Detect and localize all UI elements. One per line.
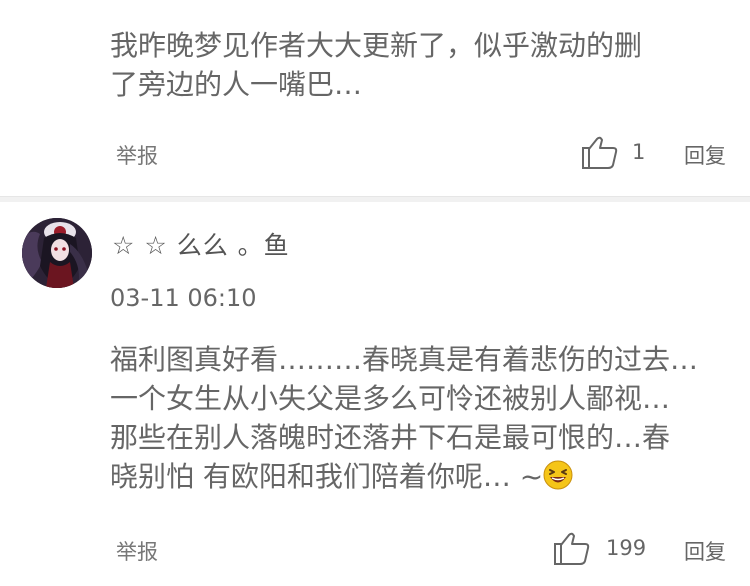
comment-item: 我昨晚梦见作者大大更新了，似乎激动的删 了旁边的人一嘴巴… 举报 1 回复 <box>0 0 750 196</box>
comment-actions: 举报 199 回复 <box>0 530 750 570</box>
avatar[interactable] <box>22 218 92 288</box>
thumbs-up-icon[interactable] <box>580 134 620 172</box>
comment-text: 福利图真好看………春晓真是有着悲伤的过去… 一个女生从小失父是多么可怜还被别人鄙… <box>110 340 735 500</box>
like-count: 199 <box>606 536 647 560</box>
timestamp: 03-11 06:10 <box>110 284 257 312</box>
report-button[interactable]: 举报 <box>116 536 158 566</box>
reply-button[interactable]: 回复 <box>684 536 726 566</box>
comment-actions: 举报 1 回复 <box>0 134 750 174</box>
like-count: 1 <box>632 140 646 164</box>
comment-text-line: 晓别怕 有欧阳和我们陪着你呢… ~ <box>110 457 735 500</box>
comment-text: 我昨晚梦见作者大大更新了，似乎激动的删 了旁边的人一嘴巴… <box>110 26 735 104</box>
thumbs-up-icon[interactable] <box>552 530 592 568</box>
comment-text-line: 我昨晚梦见作者大大更新了，似乎激动的删 <box>110 29 643 62</box>
comment-text-line: 那些在别人落魄时还落井下石是最可恨的…春 <box>110 421 671 454</box>
report-button[interactable]: 举报 <box>116 140 158 170</box>
username[interactable]: ☆ ☆ 么么 。鱼 <box>112 226 290 262</box>
reply-button[interactable]: 回复 <box>684 140 726 170</box>
comment-text-line: 了旁边的人一嘴巴… <box>110 68 363 101</box>
comment-text-line: 一个女生从小失父是多么可怜还被别人鄙视… <box>110 382 671 415</box>
comment-text-line: 福利图真好看………春晓真是有着悲伤的过去… <box>110 343 699 376</box>
laughing-emoji-icon <box>543 460 573 500</box>
comment-text-line-content: 晓别怕 有欧阳和我们陪着你呢… ~ <box>110 460 544 493</box>
